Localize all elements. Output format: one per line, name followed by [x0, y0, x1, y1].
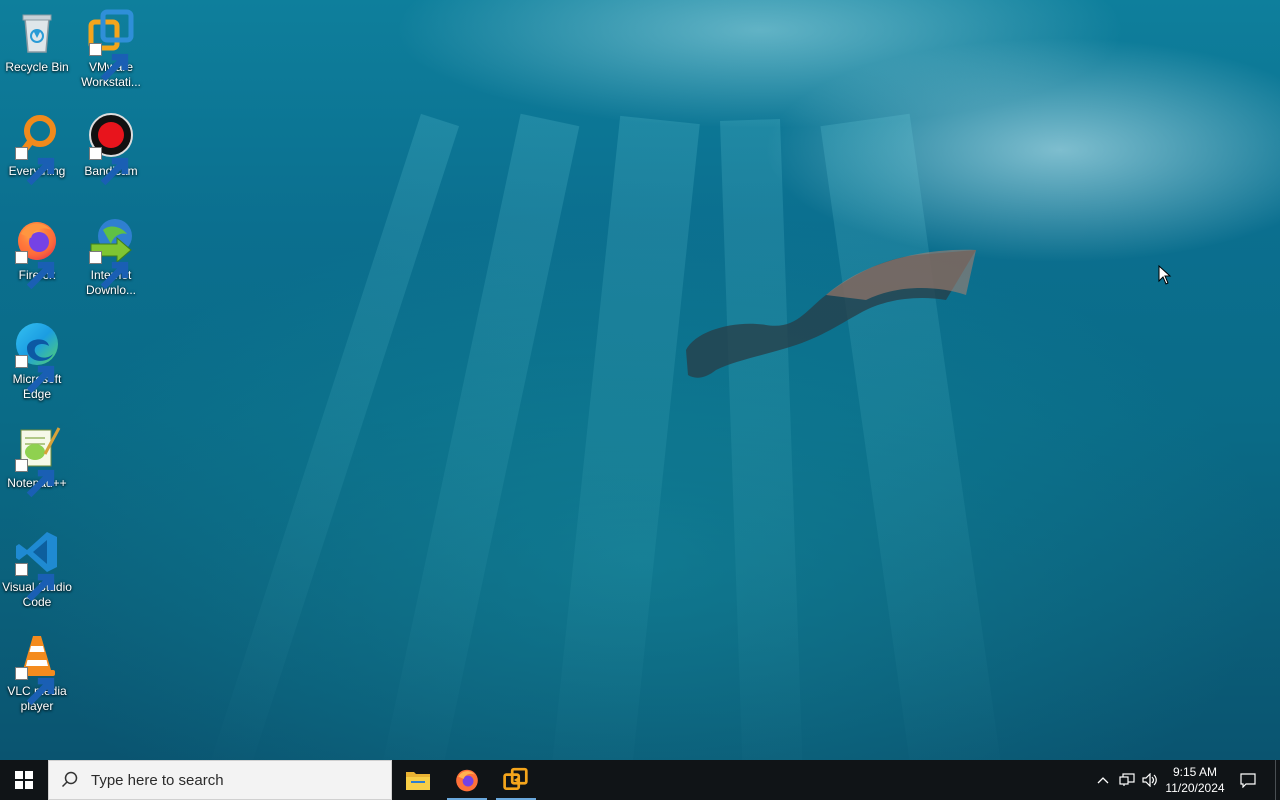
light-ray: [547, 115, 700, 760]
wallpaper-swimmer: [686, 249, 976, 378]
vscode-icon: [13, 528, 61, 602]
desktop-icon-vlc-media-player[interactable]: VLC media player: [0, 632, 74, 714]
start-button[interactable]: [0, 760, 48, 800]
tray-network[interactable]: [1116, 760, 1138, 800]
firefox-icon: [13, 216, 61, 290]
recycle-bin-icon: [13, 8, 61, 56]
shortcut-arrow-icon: [15, 355, 55, 394]
shortcut-arrow-icon: [15, 459, 55, 498]
everything-search-icon: [13, 112, 61, 186]
action-center-button[interactable]: [1234, 760, 1262, 800]
desktop-icon-firefox[interactable]: Firefox: [0, 216, 74, 290]
shortcut-arrow-icon: [15, 251, 55, 290]
internet-download-manager-icon: [87, 216, 135, 290]
mouse-pointer-icon: [1158, 265, 1172, 285]
network-icon: [1119, 773, 1135, 786]
taskbar-clock[interactable]: 9:15 AM 11/20/2024: [1160, 764, 1230, 796]
shortcut-arrow-icon: [89, 147, 129, 186]
desktop-background[interactable]: Recycle Bin Everything Firefox Microsoft…: [0, 0, 1280, 760]
action-center-icon: [1240, 772, 1256, 788]
clock-time: 9:15 AM: [1172, 765, 1218, 779]
clock-date: 11/20/2024: [1165, 781, 1225, 795]
show-desktop-button[interactable]: [1275, 760, 1280, 800]
desktop-icon-label: Recycle Bin: [5, 60, 69, 74]
desktop-icon-internet-download-manager[interactable]: Internet Downlo...: [74, 216, 148, 298]
vlc-icon: [13, 632, 61, 706]
shortcut-arrow-icon: [89, 251, 129, 290]
taskbar: 9:15 AM 11/20/2024: [0, 760, 1280, 800]
vmware-icon: [503, 767, 528, 791]
windows-logo-icon: [15, 771, 33, 789]
chevron-up-icon: [1097, 777, 1109, 784]
desktop-icon-vmware-workstation[interactable]: VMware Workstati...: [74, 8, 148, 90]
desktop-icon-recycle-bin[interactable]: Recycle Bin: [0, 8, 74, 75]
taskbar-app-file-explorer[interactable]: [394, 760, 442, 800]
bandicam-record-icon: [87, 112, 135, 186]
shortcut-arrow-icon: [89, 43, 129, 82]
desktop-icon-notepad-plus-plus[interactable]: Notepad++: [0, 424, 74, 498]
shortcut-arrow-icon: [15, 563, 55, 602]
edge-icon: [13, 320, 61, 394]
shortcut-arrow-icon: [15, 667, 55, 706]
search-icon: [61, 771, 78, 788]
search-input[interactable]: [89, 770, 383, 790]
desktop-icon-visual-studio-code[interactable]: Visual Studio Code: [0, 528, 74, 610]
light-ray: [720, 118, 805, 760]
tray-volume[interactable]: [1140, 760, 1160, 800]
notepad-plus-plus-icon: [13, 424, 61, 498]
firefox-icon: [456, 769, 478, 792]
volume-icon: [1142, 773, 1157, 787]
taskbar-app-firefox[interactable]: [443, 760, 491, 800]
desktop-icon-microsoft-edge[interactable]: Microsoft Edge: [0, 320, 74, 402]
shortcut-arrow-icon: [15, 147, 55, 186]
folder-icon: [406, 772, 430, 790]
desktop-icon-bandicam[interactable]: Bandicam: [74, 112, 148, 186]
taskbar-search-box[interactable]: [48, 760, 392, 800]
tray-overflow-button[interactable]: [1094, 760, 1112, 800]
desktop-icon-everything[interactable]: Everything: [0, 112, 74, 186]
vmware-icon: [87, 8, 135, 82]
light-ray: [820, 113, 1007, 760]
taskbar-app-vmware[interactable]: [492, 760, 540, 800]
